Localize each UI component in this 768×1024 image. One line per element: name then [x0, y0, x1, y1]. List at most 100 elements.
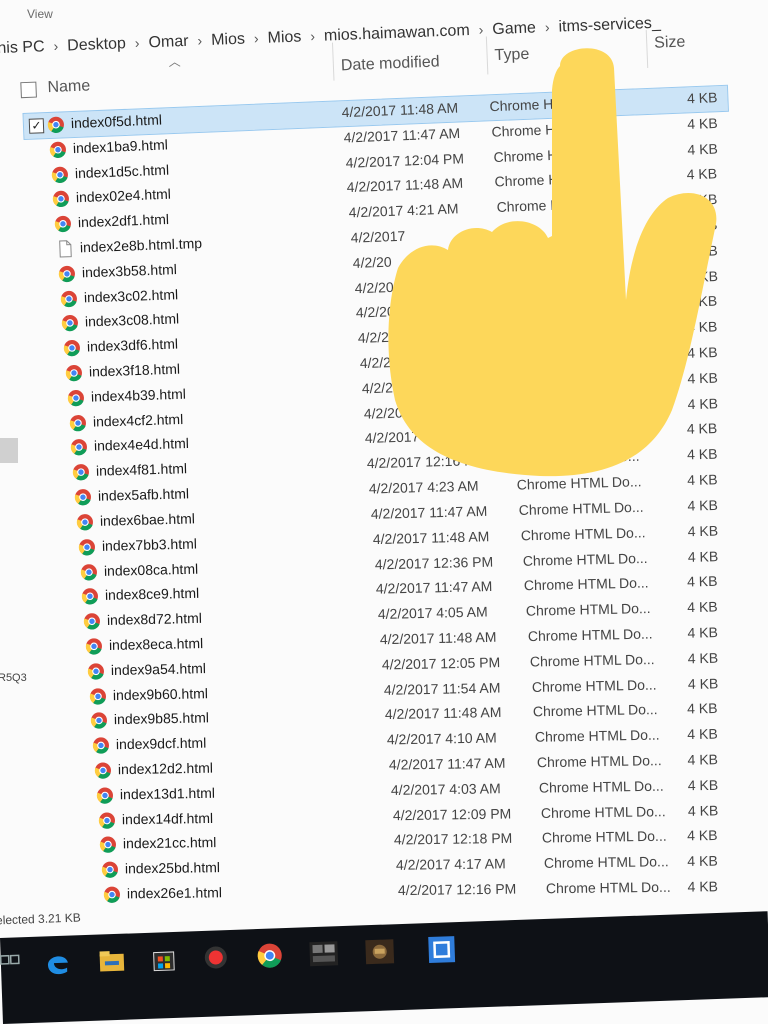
file-size: 4 KB [687, 776, 719, 794]
game-thumbnail-icon[interactable] [362, 934, 397, 969]
file-size: 4 KB [687, 751, 719, 768]
file-type: Chrome HTML Do... [516, 473, 642, 493]
chrome-icon [88, 687, 106, 705]
file-size: 4 KB [687, 394, 718, 412]
file-date-modified: 4/2/2017 4:23 AM [368, 477, 479, 497]
file-size: 4 KB [687, 827, 719, 844]
file-size: 4 KB [686, 191, 718, 209]
file-name: index3f18.html [88, 360, 181, 380]
file-name: index1ba9.html [72, 136, 168, 156]
file-size: 4 KB [687, 598, 718, 616]
chrome-icon [76, 513, 94, 531]
store-icon[interactable] [146, 942, 181, 977]
app-thumbnail-icon[interactable] [306, 936, 341, 971]
file-size: 4 KB [687, 878, 719, 895]
file-date-modified: 4/2/2017 12:04 PM [345, 149, 464, 171]
file-name: index4b39.html [90, 385, 186, 405]
file-type: Chrome HTML Do... [525, 600, 651, 619]
file-date-modified: 4/2/2017 11:47 AM [388, 754, 506, 773]
chrome-icon [72, 463, 90, 481]
chrome-icon [65, 364, 84, 383]
chrome-icon [101, 861, 119, 879]
file-name: index9b60.html [112, 684, 208, 703]
file-size: 4 KB [687, 420, 718, 438]
file-name: index9b85.html [114, 709, 210, 728]
file-name: index7bb3.html [101, 535, 197, 554]
file-name: index2e8b.html.tmp [79, 235, 203, 256]
chrome-icon [77, 538, 95, 556]
file-name: index8eca.html [108, 634, 204, 653]
file-explorer-window: View his PC › Desktop › Omar › Mios › Mios › mios.… [0, 0, 768, 1024]
file-date-modified: 4/2/2017 11:48 AM [346, 175, 464, 196]
file-size: 4 KB [687, 725, 718, 743]
file-type: Chrome HTML Do... [540, 802, 666, 821]
file-date-modified: 4/2/2017 11:48 AM [385, 704, 502, 723]
edge-icon[interactable] [40, 945, 75, 980]
chrome-icon [59, 289, 78, 308]
status-bar: elected 3.21 KB [0, 910, 81, 928]
file-name: index3df6.html [86, 335, 179, 355]
file-type: Chrome HTML Do... [489, 93, 615, 115]
file-size: 4 KB [686, 318, 718, 336]
file-size: 4 KB [687, 700, 718, 717]
row-checkbox[interactable]: ✓ [28, 118, 45, 134]
chrome-icon [57, 264, 76, 283]
file-name: index9dcf.html [115, 734, 207, 753]
file-name: index12d2.html [117, 759, 213, 778]
chrome-icon [97, 811, 115, 829]
chrome-icon [67, 389, 86, 408]
file-date-modified: 4/2/20 [354, 278, 394, 296]
chrome-icon [79, 563, 97, 581]
file-date-modified: 4/2/2017 4:10 AM [386, 729, 497, 748]
chrome-icon [54, 215, 73, 234]
file-size: 4 KB [687, 496, 718, 514]
file-size: 4 KB [687, 801, 719, 819]
blank-file-icon [56, 240, 75, 259]
file-date-modified: 4/2/2017 11:47 AM [370, 502, 488, 522]
chrome-icon [47, 115, 66, 134]
file-name: index1d5c.html [74, 161, 169, 181]
file-size: 4 KB [686, 89, 718, 107]
file-date-modified: 4/2/2017 12:16 PM [366, 452, 486, 472]
file-name: index3c02.html [83, 285, 178, 306]
chrome-icon [52, 190, 71, 209]
file-size: 4 KB [687, 471, 718, 489]
file-date-modified: 4/2/2017 11:4 [363, 402, 449, 422]
file-type: Chrome HTML Do... [514, 448, 640, 468]
file-type: Chrome HTML Do... [494, 169, 620, 190]
snipping-tool-icon[interactable] [424, 932, 459, 967]
file-type: Chrome HTML Do... [544, 853, 669, 872]
file-size: 4 KB [686, 267, 718, 285]
file-date-modified: 4/2/2017 4:05 AM [377, 603, 488, 623]
file-size: 4 KB [686, 165, 718, 183]
file-date-modified: 4/2/2017 12:36 PM [374, 553, 493, 572]
file-name: index4cf2.html [92, 410, 184, 430]
file-type: Chrome HTML Do... [529, 650, 655, 670]
file-explorer-icon[interactable] [94, 944, 129, 979]
file-date-modified: 4/2/2017 4:02 AM [365, 427, 476, 447]
nav-pane-label[interactable]: R5Q3 [0, 672, 27, 684]
file-size: 4 KB [687, 522, 718, 539]
file-type: Chrome HTML Do... [534, 726, 660, 745]
chrome-icon [94, 761, 112, 779]
file-size: 4 KB [687, 344, 718, 361]
file-type: Chrome HTML Do... [545, 878, 671, 897]
file-name: index4e4d.html [94, 435, 190, 455]
file-date-modified: 4/2/201 [357, 328, 405, 347]
file-name: index2df1.html [77, 211, 170, 231]
file-size: 4 KB [687, 674, 718, 692]
chrome-icon [103, 885, 121, 903]
file-date-modified: 4/2/2017 [359, 353, 415, 372]
file-size: 4 KB [686, 140, 718, 158]
file-name: index4f81.html [96, 460, 188, 479]
file-name: index8ce9.html [105, 585, 200, 604]
file-size: 7 KB [686, 216, 718, 234]
file-date-modified: 4/2/2017 12:18 PM [394, 830, 513, 848]
chrome-icon[interactable] [252, 938, 287, 973]
file-size: 4 KB [687, 445, 718, 463]
file-name: index6bae.html [99, 510, 195, 529]
windows-start-icon[interactable] [0, 947, 28, 982]
file-name: index08ca.html [103, 560, 198, 579]
media-player-icon[interactable] [198, 940, 233, 975]
file-name: index14df.html [121, 809, 213, 827]
